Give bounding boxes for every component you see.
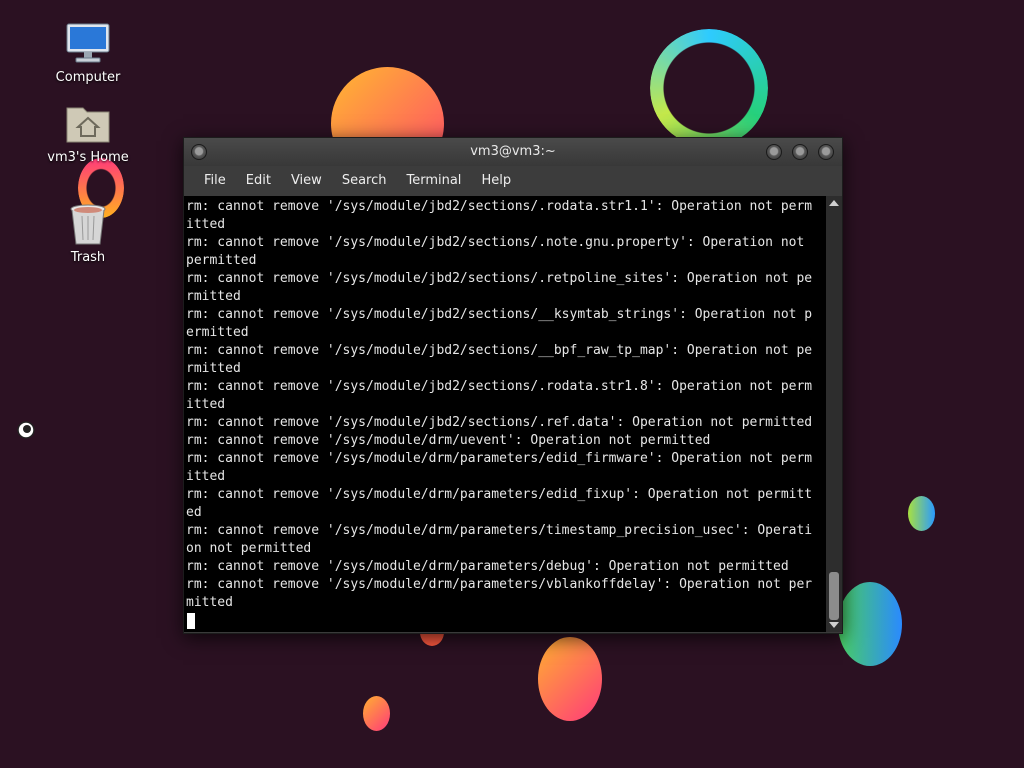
menu-search[interactable]: Search xyxy=(332,169,397,193)
close-button[interactable] xyxy=(818,144,834,160)
scrollbar[interactable] xyxy=(826,196,842,632)
minimize-button[interactable] xyxy=(766,144,782,160)
menubar: File Edit View Search Terminal Help xyxy=(184,166,842,196)
small-orange-oval-decoration xyxy=(363,696,390,731)
menu-view[interactable]: View xyxy=(281,169,332,193)
terminal-line: rmitted xyxy=(186,361,241,376)
terminal-line: rm: cannot remove '/sys/module/drm/param… xyxy=(186,451,813,466)
menu-edit[interactable]: Edit xyxy=(236,169,281,193)
terminal-line: permitted xyxy=(186,253,257,268)
terminal-line: rmitted xyxy=(186,289,241,304)
menu-file[interactable]: File xyxy=(194,169,236,193)
scroll-down-arrow-icon[interactable] xyxy=(829,622,839,628)
desktop-icon-label: Trash xyxy=(70,250,106,265)
trash-icon xyxy=(64,200,112,248)
window-titlebar[interactable]: vm3@vm3:~ xyxy=(184,138,842,166)
desktop-icon-label: vm3's Home xyxy=(47,150,129,165)
mouse-pointer-icon xyxy=(17,421,35,439)
terminal-line: itted xyxy=(186,397,226,412)
terminal-line: rm: cannot remove '/sys/module/jbd2/sect… xyxy=(186,343,813,358)
computer-icon xyxy=(64,20,112,68)
terminal-window[interactable]: vm3@vm3:~ File Edit View Search Terminal… xyxy=(183,137,843,634)
window-title: vm3@vm3:~ xyxy=(470,144,556,159)
desktop-icon-computer[interactable]: Computer xyxy=(43,20,133,85)
terminal-line: itted xyxy=(186,469,226,484)
terminal-line: ed xyxy=(186,505,202,520)
terminal-line: on not permitted xyxy=(186,541,312,556)
terminal-line: rm: cannot remove '/sys/module/drm/ueven… xyxy=(186,433,711,448)
terminal-line: rm: cannot remove '/sys/module/drm/param… xyxy=(186,523,813,538)
desktop-icon-home[interactable]: vm3's Home xyxy=(43,100,133,165)
scrollbar-thumb[interactable] xyxy=(829,572,839,620)
terminal-line: itted xyxy=(186,217,226,232)
text-cursor xyxy=(187,612,195,629)
orange-oval-decoration xyxy=(538,637,602,721)
terminal-prompt-line[interactable] xyxy=(186,612,826,630)
terminal-line: rm: cannot remove '/sys/module/jbd2/sect… xyxy=(186,379,813,394)
terminal-line: rm: cannot remove '/sys/module/drm/param… xyxy=(186,487,813,502)
terminal-line: rm: cannot remove '/sys/module/jbd2/sect… xyxy=(186,271,813,286)
large-green-blue-oval-decoration xyxy=(838,582,902,666)
maximize-button[interactable] xyxy=(792,144,808,160)
green-blue-ring-decoration xyxy=(650,29,768,147)
scroll-up-arrow-icon[interactable] xyxy=(829,200,839,206)
terminal-line: rm: cannot remove '/sys/module/drm/param… xyxy=(186,559,789,574)
window-menu-icon[interactable] xyxy=(191,144,207,160)
desktop-icon-label: Computer xyxy=(55,70,121,85)
terminal-line: mitted xyxy=(186,595,233,610)
green-blue-oval-decoration xyxy=(908,496,935,531)
terminal-line: rm: cannot remove '/sys/module/jbd2/sect… xyxy=(186,235,813,250)
home-folder-icon xyxy=(64,100,112,148)
terminal-line: rm: cannot remove '/sys/module/drm/param… xyxy=(186,577,813,592)
terminal-line: rm: cannot remove '/sys/module/jbd2/sect… xyxy=(186,415,813,430)
menu-terminal[interactable]: Terminal xyxy=(396,169,471,193)
terminal-line: rm: cannot remove '/sys/module/jbd2/sect… xyxy=(186,199,813,214)
menu-help[interactable]: Help xyxy=(471,169,521,193)
terminal-line: rm: cannot remove '/sys/module/jbd2/sect… xyxy=(186,307,813,322)
terminal-output[interactable]: rm: cannot remove '/sys/module/jbd2/sect… xyxy=(184,196,826,632)
terminal-line: ermitted xyxy=(186,325,249,340)
desktop-icon-trash[interactable]: Trash xyxy=(43,200,133,265)
